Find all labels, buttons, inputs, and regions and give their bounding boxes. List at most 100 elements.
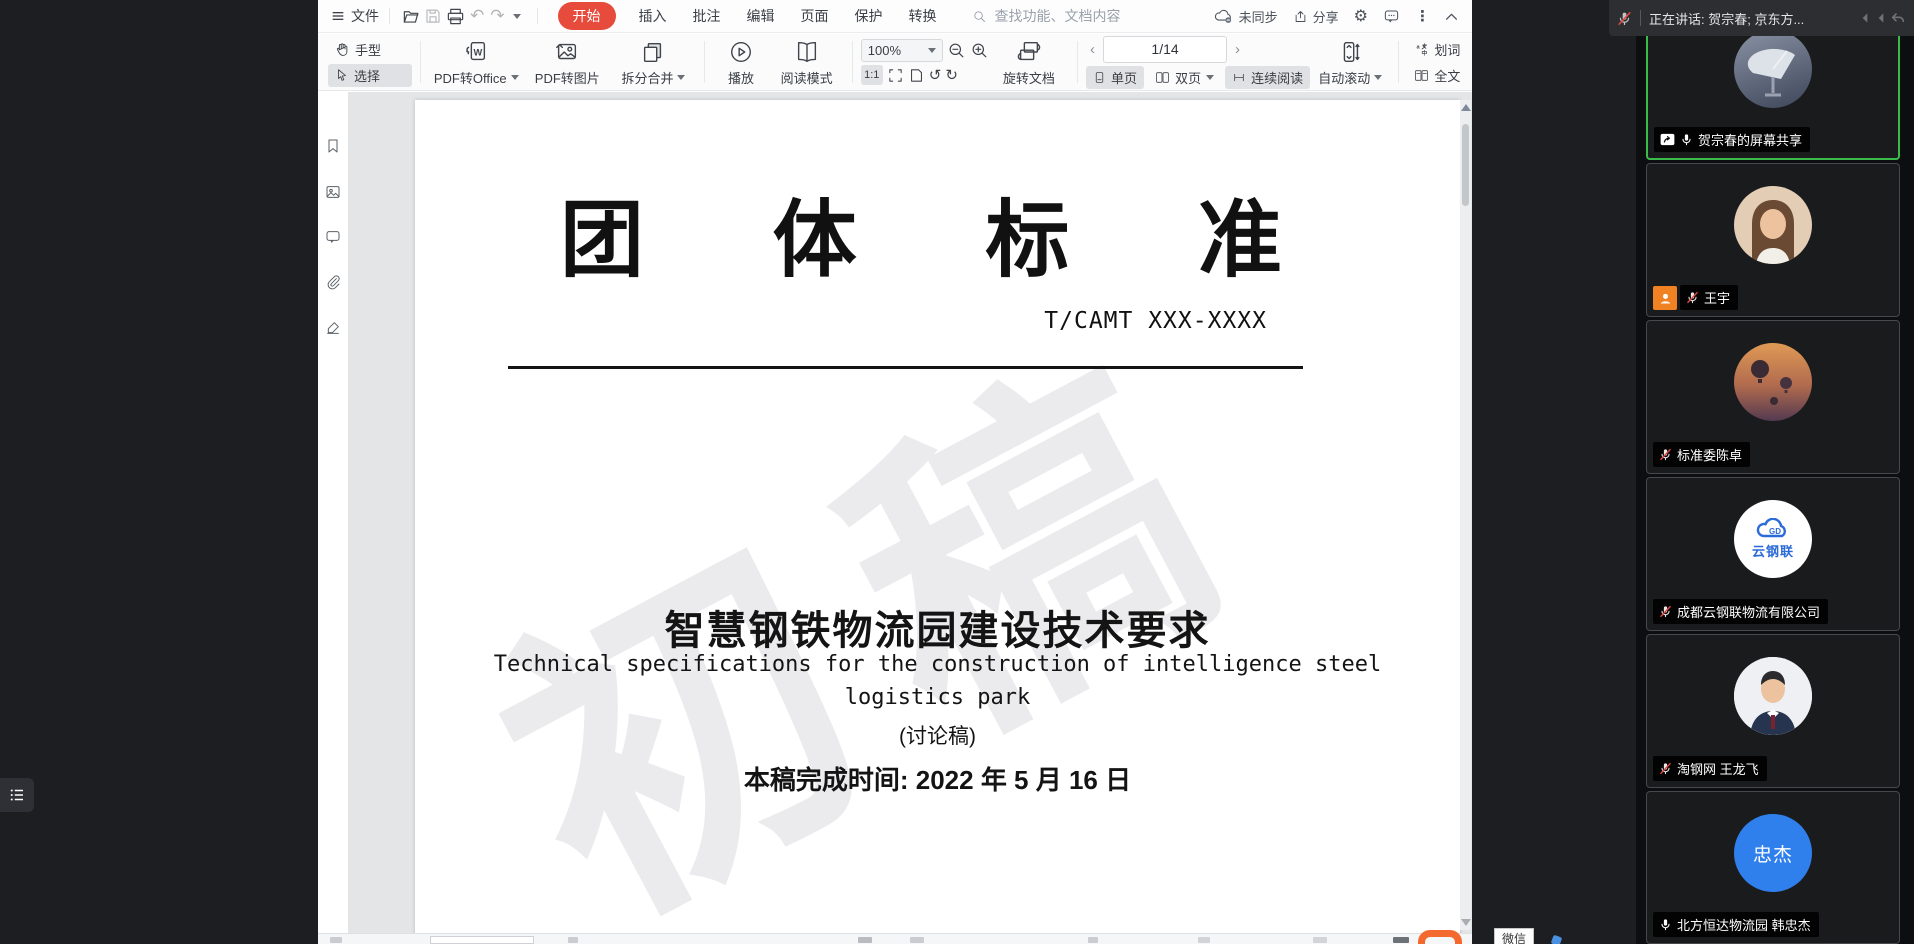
tab-home[interactable]: 开始: [558, 2, 616, 30]
participant-avatar: [1734, 657, 1812, 735]
zoom-out-icon[interactable]: [947, 41, 966, 60]
save-button[interactable]: [422, 5, 444, 27]
rotate-doc-button[interactable]: 旋转文档: [989, 34, 1069, 90]
tab-convert[interactable]: 转换: [909, 6, 937, 26]
chevron-left-icon[interactable]: [1874, 11, 1888, 25]
participant-tile[interactable]: GD 云钢联 成都云钢联物流有限公司: [1646, 477, 1900, 631]
chevron-left-icon[interactable]: [1858, 11, 1872, 25]
participant-avatar: GD 云钢联: [1734, 500, 1812, 578]
pdf-to-office-button[interactable]: W PDF转Office: [429, 34, 523, 90]
read-mode-button[interactable]: 阅读模式: [769, 34, 843, 90]
undo-button[interactable]: ↶: [470, 6, 484, 26]
word-translate-button[interactable]: a 中 划词: [1407, 38, 1472, 61]
scroll-up-icon[interactable]: [1461, 104, 1471, 111]
single-page-button[interactable]: 单页: [1086, 66, 1144, 89]
next-page-icon[interactable]: ›: [1231, 41, 1244, 58]
participant-label: 北方恒达物流园 韩忠杰: [1653, 912, 1819, 937]
participant-tile[interactable]: 标准委陈卓: [1646, 320, 1900, 474]
divider: [1077, 41, 1078, 83]
fit-page-icon[interactable]: [908, 67, 925, 84]
tab-edit[interactable]: 编辑: [747, 6, 775, 26]
statusbar-icon: [1313, 937, 1327, 943]
tab-protect[interactable]: 保护: [855, 6, 883, 26]
participant-tile[interactable]: 王宇: [1646, 163, 1900, 317]
toc-toggle-button[interactable]: [0, 778, 34, 812]
play-button[interactable]: 播放: [713, 34, 770, 90]
pdf-to-image-button[interactable]: PDF转图片: [523, 34, 611, 90]
fit-width-icon[interactable]: [887, 67, 904, 84]
scrollbar-thumb[interactable]: [1462, 124, 1469, 206]
comment-panel-icon[interactable]: [325, 229, 341, 245]
dropdown-caret-icon: [1374, 75, 1382, 80]
image-annotation-icon[interactable]: [325, 184, 341, 200]
participant-name: 北方恒达物流园 韩忠杰: [1677, 915, 1811, 934]
search-box[interactable]: [972, 7, 1162, 25]
double-page-button[interactable]: 双页: [1148, 66, 1221, 89]
file-menu[interactable]: 文件: [330, 6, 379, 26]
wps-pdf-window: 文件 ↶ ↷ 开始 插入 批注 编辑 页面 保护 转换: [318, 0, 1472, 944]
search-input[interactable]: [993, 7, 1162, 25]
statusbar-icon: [568, 937, 578, 943]
zoom-level-value: 100%: [868, 43, 901, 58]
double-page-icon: [1155, 71, 1170, 84]
hand-tool-button[interactable]: 手型: [328, 38, 412, 61]
collapse-ribbon-icon[interactable]: [1445, 12, 1458, 21]
participant-name: 王宇: [1704, 288, 1730, 307]
participant-avatar: [1734, 186, 1812, 264]
reply-arrow-icon[interactable]: [1890, 10, 1906, 26]
open-file-button[interactable]: [400, 5, 422, 27]
continuous-read-button[interactable]: 连续阅读: [1225, 66, 1310, 89]
zoom-in-icon[interactable]: [970, 41, 989, 60]
tab-page[interactable]: 页面: [801, 6, 829, 26]
share-label: 分享: [1313, 7, 1339, 26]
zoom-level-select[interactable]: 100%: [861, 39, 943, 62]
comment-bubble-icon[interactable]: [1383, 9, 1400, 24]
participant-label: 淘钢网 王龙飞: [1653, 756, 1767, 781]
sync-status[interactable]: 未同步: [1214, 7, 1278, 26]
attachment-icon[interactable]: [325, 274, 341, 290]
participant-tile[interactable]: 淘钢网 王龙飞: [1646, 634, 1900, 788]
document-type-heading: 团 体 标 准: [560, 200, 1282, 284]
completion-date: 本稿完成时间: 2022 年 5 月 16 日: [415, 760, 1460, 797]
bookmark-icon[interactable]: [325, 138, 341, 154]
signature-icon[interactable]: [325, 320, 341, 336]
statusbar-input[interactable]: [430, 936, 534, 944]
divider: [1640, 10, 1641, 26]
mic-on-icon: [1680, 133, 1693, 146]
redo-button[interactable]: ↷: [490, 6, 504, 26]
person-icon: [1658, 291, 1673, 306]
participant-label: 王宇: [1680, 285, 1738, 310]
actual-size-button[interactable]: 1:1: [861, 65, 883, 85]
sync-status-label: 未同步: [1239, 7, 1278, 26]
search-icon: [972, 9, 987, 24]
settings-gear-icon[interactable]: ⚙: [1354, 6, 1368, 26]
hand-icon: [335, 42, 350, 57]
cloud-sync-icon: [1214, 9, 1234, 24]
rotate-left-icon[interactable]: ↺: [929, 68, 942, 83]
dropdown-caret-icon: [511, 75, 519, 80]
participant-avatar: [1734, 30, 1812, 108]
print-button[interactable]: [444, 5, 466, 27]
scroll-down-icon[interactable]: [1461, 919, 1471, 926]
mic-on-icon: [1659, 918, 1672, 931]
split-merge-button[interactable]: 拆分合并: [611, 34, 695, 90]
vertical-scrollbar[interactable]: [1460, 100, 1471, 930]
quickbar-more-icon[interactable]: [513, 14, 521, 19]
rotate-right-icon[interactable]: ↻: [945, 68, 958, 83]
satellite-dish-image: [1743, 39, 1803, 99]
doc-type-char: 标: [985, 200, 1069, 284]
tab-insert[interactable]: 插入: [639, 6, 667, 26]
page-indicator-input[interactable]: [1103, 36, 1227, 63]
more-menu-icon[interactable]: ⋮: [1415, 7, 1430, 25]
full-translate-button[interactable]: 全文: [1407, 64, 1472, 87]
auto-scroll-button[interactable]: 自动滚动: [1310, 34, 1390, 90]
participant-tile[interactable]: 忠杰 北方恒达物流园 韩忠杰: [1646, 791, 1900, 944]
auto-scroll-icon: [1337, 39, 1363, 65]
document-title-en-line2: logistics park: [415, 685, 1460, 710]
prev-page-icon[interactable]: ‹: [1086, 41, 1099, 58]
tab-comment[interactable]: 批注: [693, 6, 721, 26]
share-button[interactable]: 分享: [1293, 7, 1339, 26]
select-tool-button[interactable]: 选择: [328, 64, 412, 87]
book-icon: [794, 39, 820, 65]
divider: [389, 8, 390, 24]
